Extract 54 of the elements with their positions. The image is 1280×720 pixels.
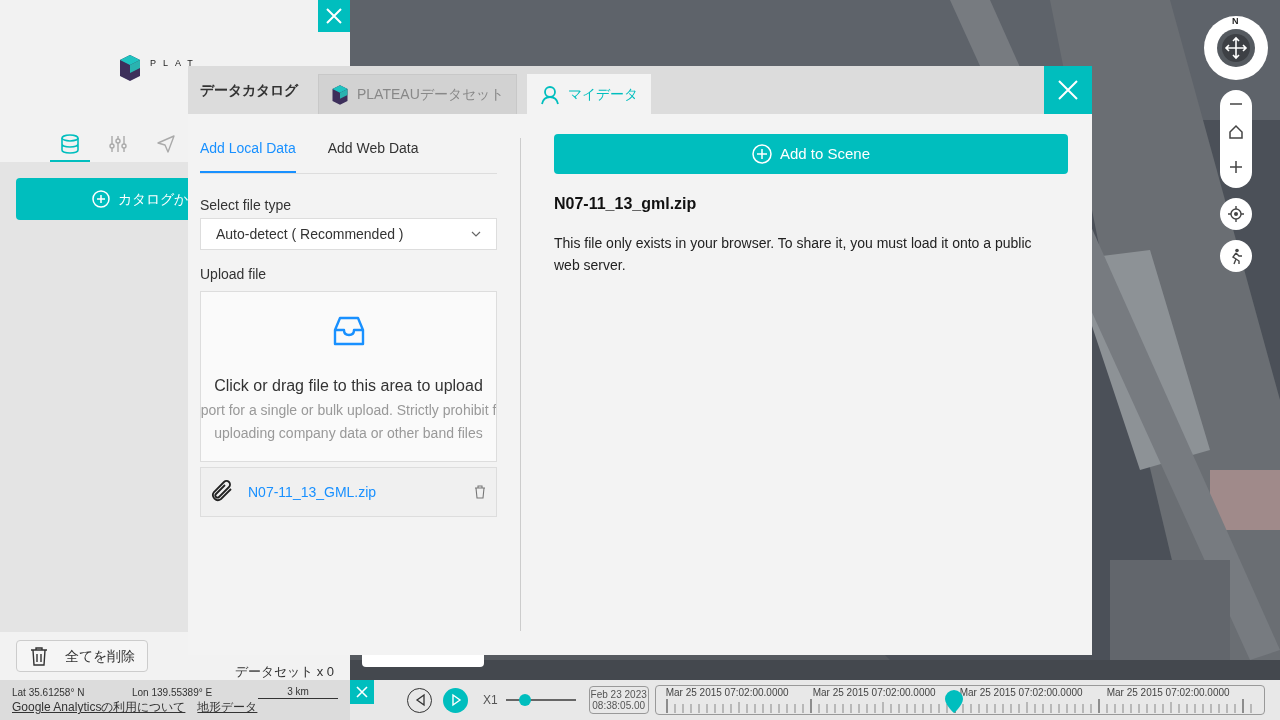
logo-icon: [118, 54, 142, 82]
speed-slider[interactable]: [505, 694, 576, 706]
dropzone-hint: port for a single or bulk upload. Strictly prohibit f: [201, 401, 496, 420]
dialog-title: データカタログ: [200, 80, 298, 100]
close-button[interactable]: [318, 0, 350, 32]
file-name: N07-11_13_gml.zip: [554, 194, 698, 214]
file-description: This file only exists in your browser. To share it, you must load it onto a public web server.: [554, 234, 1033, 275]
upload-dropzone[interactable]: Click or drag file to this area to upload port for a single or bulk upload. Strictly prohibit f uploading company data or other band files: [200, 291, 497, 462]
delete-all-button[interactable]: 全てを削除: [16, 640, 148, 672]
send-icon: [156, 134, 176, 154]
timeline-track[interactable]: Mar 25 2015 07:02:00.0000 Mar 25 2015 07:02:00.0000 Mar 25 2015 07:02:00.0000 Mar 25 2015 07:02:00.0000: [654, 685, 1265, 715]
play-button[interactable]: [443, 687, 468, 713]
user-icon: [539, 84, 560, 105]
database-icon: [60, 134, 80, 154]
dataset-count: データセット x 0: [235, 663, 334, 679]
zoom-out-icon: [1230, 103, 1242, 106]
zoom-in-icon: [1228, 158, 1244, 175]
add-icon: [751, 144, 772, 164]
north-label: N: [1232, 15, 1239, 28]
close-icon: [325, 7, 343, 25]
timeline-label: Mar 25 2015 07:02:00.0000: [665, 687, 789, 698]
play-icon: [449, 693, 462, 707]
current-time-display: Feb 23 2023 08:38:05.00: [588, 686, 649, 714]
longitude-text: Lon 139.55389° E: [132, 685, 214, 700]
field-label: Upload file: [200, 265, 268, 284]
footer-link[interactable]: 地形データ: [197, 700, 258, 714]
close-button[interactable]: [350, 680, 374, 704]
speed-label: X1: [483, 692, 498, 709]
timeline-label: Mar 25 2015 07:02:00.0000: [959, 687, 1083, 698]
home-icon: [1228, 124, 1244, 140]
latitude-text: Lat 35.61258° N: [12, 685, 86, 700]
add-icon: [92, 190, 110, 208]
file-type-dropdown[interactable]: Auto-detect ( Recommended ): [200, 218, 497, 250]
field-label: Select file type: [200, 196, 293, 215]
sliders-icon: [108, 134, 128, 154]
target-icon: [1228, 206, 1244, 222]
trash-icon: [29, 645, 49, 667]
scale-bar: 3 km: [258, 685, 338, 699]
close-icon: [1057, 79, 1079, 101]
dropzone-hint: uploading company data or other band files: [214, 424, 483, 443]
timeline-label: Mar 25 2015 07:02:00.0000: [812, 687, 936, 698]
close-button[interactable]: [1044, 66, 1092, 114]
paperclip-icon: [211, 480, 235, 504]
slider-thumb[interactable]: [518, 694, 531, 706]
close-icon: [355, 685, 369, 699]
delete-icon: [474, 485, 486, 499]
timeline-label: Mar 25 2015 07:02:00.0000: [1106, 687, 1230, 698]
logo-text: PLAT: [150, 58, 200, 68]
logo-icon: [331, 83, 349, 106]
footer-link[interactable]: Google Analyticsの利用について: [12, 700, 186, 714]
chevron-down-icon: [471, 231, 481, 237]
data-source-tab[interactable]: Add Web Data: [327, 138, 419, 173]
dropzone-title: Click or drag file to this area to upload: [214, 376, 483, 396]
move-icon: [1216, 28, 1256, 68]
